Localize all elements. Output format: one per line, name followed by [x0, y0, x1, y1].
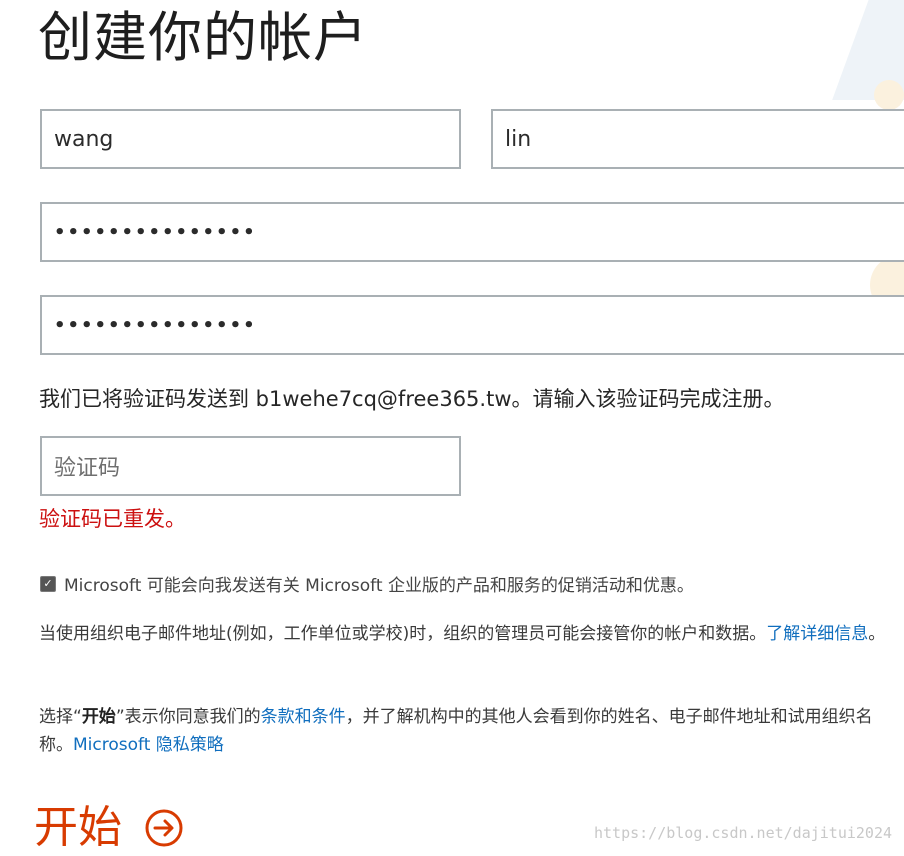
privacy-policy-link[interactable]: Microsoft 隐私策略 — [73, 735, 224, 755]
page-title: 创建你的帐户 — [38, 6, 368, 69]
watermark: https://blog.csdn.net/dajitui2024 — [593, 824, 892, 842]
last-name-value: lin — [505, 126, 532, 152]
terms-middle: ”表示你同意我们的 — [115, 707, 261, 727]
password-mask: ••••••••••••••• — [54, 221, 257, 243]
confirm-password-mask: ••••••••••••••• — [54, 314, 257, 336]
terms-notice: 选择“开始”表示你同意我们的条款和条件，并了解机构中的其他人会看到你的姓名、电子… — [39, 703, 904, 759]
confirm-password-input[interactable]: ••••••••••••••• — [40, 295, 904, 355]
verification-code-input[interactable]: 验证码 — [40, 436, 461, 496]
arrow-right-circle-icon — [145, 809, 183, 847]
promo-consent-checkbox[interactable]: ✓ — [40, 575, 56, 592]
promo-consent: ✓ Microsoft 可能会向我发送有关 Microsoft 企业版的产品和服… — [40, 571, 694, 596]
background-decoration — [832, 0, 904, 100]
terms-bold-start: 开始 — [81, 707, 116, 727]
promo-consent-label: Microsoft 可能会向我发送有关 Microsoft 企业版的产品和服务的… — [64, 576, 694, 596]
admin-notice: 当使用组织电子邮件地址(例如，工作单位或学校)时，组织的管理员可能会接管你的帐户… — [39, 620, 904, 648]
last-name-input[interactable]: lin — [491, 109, 904, 169]
learn-more-link[interactable]: 了解详细信息 — [766, 624, 868, 644]
terms-and-conditions-link[interactable]: 条款和条件 — [261, 707, 346, 727]
verification-sent-message: 我们已将验证码发送到 b1wehe7cq@free365.tw。请输入该验证码完… — [39, 387, 785, 411]
admin-notice-text: 当使用组织电子邮件地址(例如，工作单位或学校)时，组织的管理员可能会接管你的帐户… — [39, 624, 767, 644]
background-decoration — [874, 80, 904, 110]
password-input[interactable]: ••••••••••••••• — [40, 202, 904, 262]
first-name-value: wang — [54, 126, 114, 152]
verification-code-placeholder: 验证码 — [54, 456, 121, 481]
code-resent-message: 验证码已重发。 — [39, 507, 186, 531]
first-name-input[interactable]: wang — [40, 109, 461, 169]
start-button-label: 开始 — [34, 802, 122, 853]
terms-prefix: 选择“ — [39, 707, 82, 727]
admin-notice-end: 。 — [868, 624, 886, 644]
start-button[interactable]: 开始 — [34, 800, 184, 856]
